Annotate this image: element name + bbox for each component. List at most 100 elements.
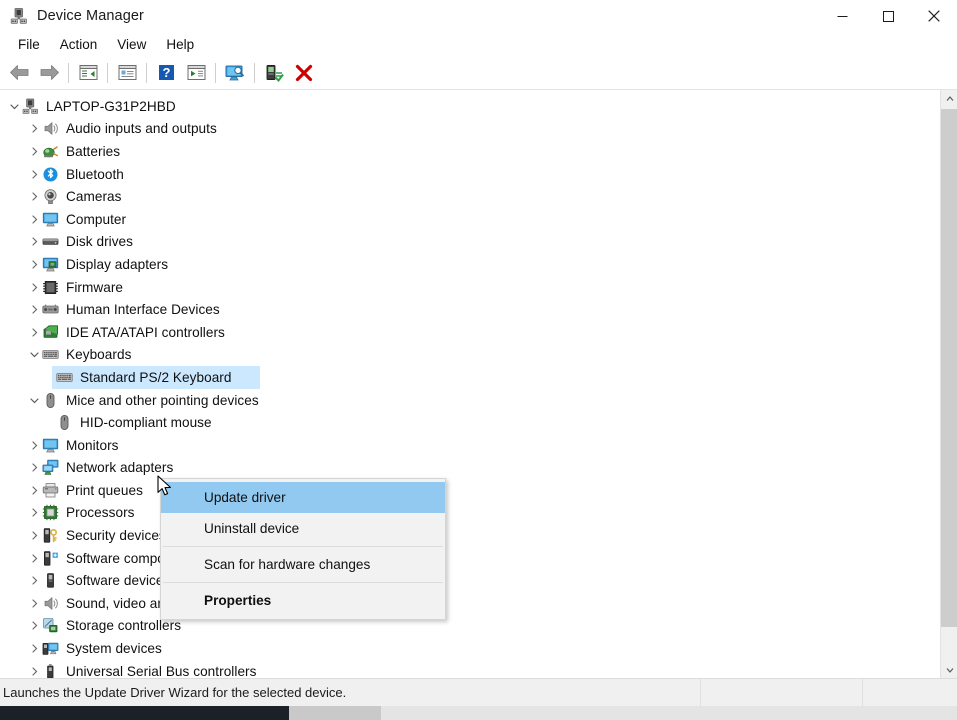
chevron-right-icon[interactable] <box>26 253 42 275</box>
chevron-right-icon[interactable] <box>26 231 42 253</box>
chevron-right-icon[interactable] <box>26 457 42 479</box>
maximize-button[interactable] <box>865 0 911 32</box>
forward-arrow-icon[interactable] <box>34 59 64 87</box>
tree-item-universal-serial-bus-controllers[interactable]: Universal Serial Bus controllers <box>0 660 940 678</box>
printer-icon <box>42 482 59 499</box>
scroll-down-arrow-icon[interactable] <box>941 661 957 678</box>
chevron-right-icon[interactable] <box>26 321 42 343</box>
tree-item-hid-compliant-mouse[interactable]: HID-compliant mouse <box>0 411 940 434</box>
chevron-right-icon[interactable] <box>26 276 42 298</box>
show-hide-console-tree-icon[interactable] <box>73 59 103 87</box>
tree-item-firmware[interactable]: Firmware <box>0 276 940 299</box>
chevron-right-icon[interactable] <box>26 660 42 678</box>
status-bar: Launches the Update Driver Wizard for th… <box>0 679 957 706</box>
menu-view[interactable]: View <box>107 35 156 54</box>
chevron-right-icon[interactable] <box>26 638 42 660</box>
chevron-right-icon[interactable] <box>26 592 42 614</box>
chevron-right-icon[interactable] <box>26 163 42 185</box>
tree-item-bluetooth[interactable]: Bluetooth <box>0 163 940 186</box>
tree-item-keyboards[interactable]: Keyboards <box>0 344 940 367</box>
tree-item-ide-ata-atapi-controllers[interactable]: IDE ATA/ATAPI controllers <box>0 321 940 344</box>
battery-icon <box>42 143 59 160</box>
help-icon[interactable]: ? <box>151 59 181 87</box>
vertical-scrollbar[interactable] <box>940 90 957 678</box>
chevron-right-icon[interactable] <box>26 434 42 456</box>
tree-item-monitors[interactable]: Monitors <box>0 434 940 457</box>
menu-action[interactable]: Action <box>50 35 108 54</box>
storage-controller-icon <box>42 617 59 634</box>
chevron-down-icon[interactable] <box>26 344 42 366</box>
tree-item-label: Audio inputs and outputs <box>66 121 217 137</box>
menu-help[interactable]: Help <box>156 35 204 54</box>
tree-root-node[interactable]: LAPTOP-G31P2HBD <box>0 95 940 118</box>
context-menu-item-label: Properties <box>204 593 272 608</box>
tree-item-network-adapters[interactable]: Network adapters <box>0 457 940 480</box>
back-arrow-icon[interactable] <box>4 59 34 87</box>
menu-file[interactable]: File <box>8 35 50 54</box>
chevron-right-icon[interactable] <box>26 502 42 524</box>
tree-item-label: Computer <box>66 211 127 227</box>
scrollbar-thumb[interactable] <box>941 109 957 627</box>
speaker-icon <box>42 120 59 137</box>
tree-item-print-queues[interactable]: Print queues <box>0 479 940 502</box>
taskbar-mid-segment <box>289 706 381 720</box>
close-button[interactable] <box>911 0 957 32</box>
menu-bar: File Action View Help <box>0 32 957 56</box>
tree-item-batteries[interactable]: Batteries <box>0 140 940 163</box>
tree-item-sound-video-and-game-controllers[interactable]: Sound, video and game controllers <box>0 592 940 615</box>
context-menu-item-update-driver[interactable]: Update driver <box>161 482 445 513</box>
chevron-right-icon[interactable] <box>26 615 42 637</box>
enable-device-icon[interactable] <box>259 59 289 87</box>
tree-item-mice-and-other-pointing-devices[interactable]: Mice and other pointing devices <box>0 389 940 412</box>
chevron-right-icon[interactable] <box>26 547 42 569</box>
tree-item-cameras[interactable]: Cameras <box>0 185 940 208</box>
chevron-down-icon[interactable] <box>26 389 42 411</box>
tree-item-label: System devices <box>66 641 162 657</box>
tree-item-label: Standard PS/2 Keyboard <box>80 369 232 385</box>
tree-item-standard-ps2-keyboard[interactable]: Standard PS/2 Keyboard <box>0 366 940 389</box>
mouse-icon <box>42 392 59 409</box>
hid-icon <box>42 301 59 318</box>
tree-item-processors[interactable]: Processors <box>0 502 940 525</box>
uninstall-device-icon[interactable] <box>289 59 319 87</box>
tree-item-security-devices[interactable]: Security devices <box>0 524 940 547</box>
tree-item-disk-drives[interactable]: Disk drives <box>0 231 940 254</box>
usb-controller-icon <box>42 663 59 678</box>
tree-item-label: Processors <box>66 505 135 521</box>
chevron-right-icon[interactable] <box>26 479 42 501</box>
chevron-right-icon[interactable] <box>26 570 42 592</box>
tree-item-storage-controllers[interactable]: Storage controllers <box>0 615 940 638</box>
chevron-right-icon[interactable] <box>26 186 42 208</box>
properties-icon[interactable] <box>112 59 142 87</box>
context-menu-separator <box>163 546 443 547</box>
tree-item-computer[interactable]: Computer <box>0 208 940 231</box>
tree-item-software-components[interactable]: Software components <box>0 547 940 570</box>
tree-item-software-devices[interactable]: Software devices <box>0 569 940 592</box>
toolbar-separator <box>146 62 147 83</box>
tree-item-audio-inputs-and-outputs[interactable]: Audio inputs and outputs <box>0 118 940 141</box>
device-tree[interactable]: LAPTOP-G31P2HBD Audio inputs and outputs <box>0 90 940 678</box>
scrollbar-track[interactable] <box>941 107 957 661</box>
chevron-right-icon[interactable] <box>26 299 42 321</box>
chevron-right-icon[interactable] <box>26 525 42 547</box>
chevron-right-icon[interactable] <box>26 140 42 162</box>
context-menu[interactable]: Update driver Uninstall device Scan for … <box>160 478 446 620</box>
chevron-down-icon[interactable] <box>6 95 22 117</box>
minimize-button[interactable] <box>819 0 865 32</box>
context-menu-item-properties[interactable]: Properties <box>161 585 445 616</box>
context-menu-item-label: Scan for hardware changes <box>204 557 371 572</box>
tree-item-label: Mice and other pointing devices <box>66 392 259 408</box>
update-driver-icon[interactable] <box>181 59 211 87</box>
chevron-right-icon[interactable] <box>26 118 42 140</box>
security-device-icon <box>42 527 59 544</box>
tree-item-label: Disk drives <box>66 234 134 250</box>
chevron-right-icon[interactable] <box>26 208 42 230</box>
context-menu-item-uninstall-device[interactable]: Uninstall device <box>161 513 445 544</box>
scan-hardware-changes-icon[interactable] <box>220 59 250 87</box>
tree-item-human-interface-devices[interactable]: Human Interface Devices <box>0 298 940 321</box>
context-menu-item-scan-for-hardware-changes[interactable]: Scan for hardware changes <box>161 549 445 580</box>
tree-item-display-adapters[interactable]: Display adapters <box>0 253 940 276</box>
scroll-up-arrow-icon[interactable] <box>941 90 957 107</box>
tree-item-system-devices[interactable]: System devices <box>0 637 940 660</box>
context-menu-item-label: Uninstall device <box>204 521 300 536</box>
